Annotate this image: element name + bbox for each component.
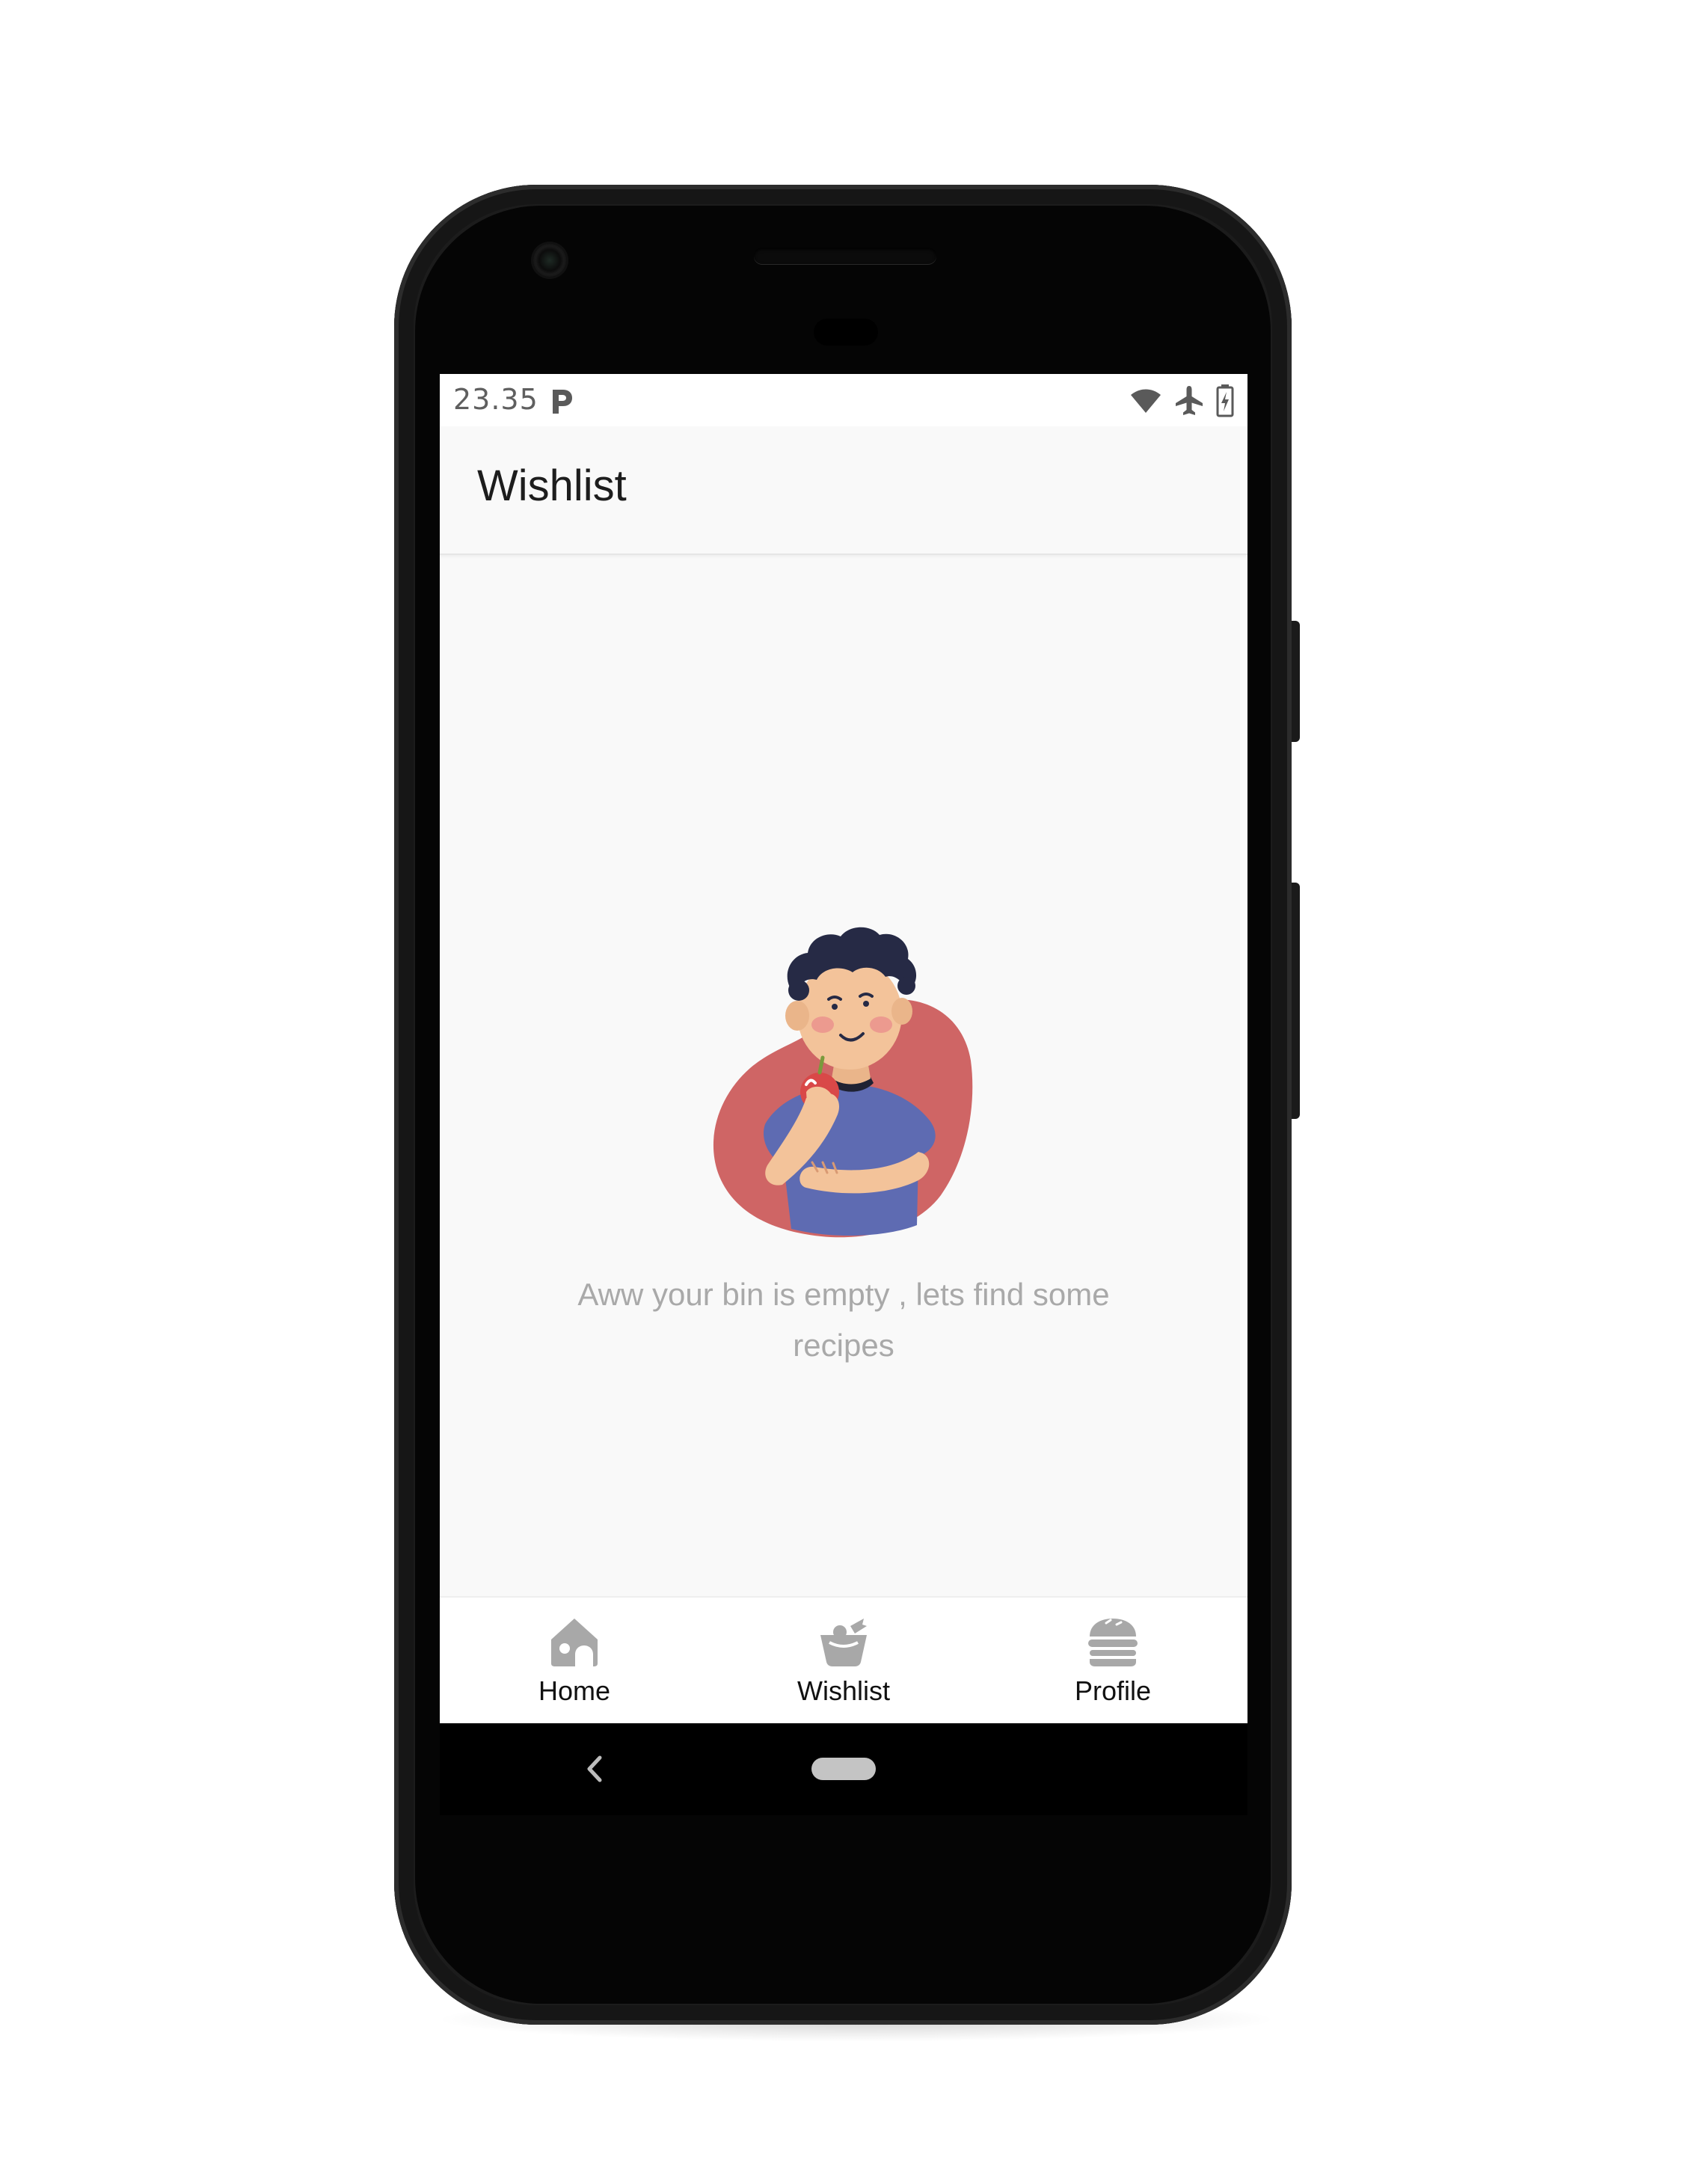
nav-item-profile[interactable]: Profile (978, 1598, 1247, 1725)
nav-item-wishlist[interactable]: Wishlist (709, 1598, 978, 1725)
status-icons (1129, 384, 1234, 417)
earpiece-speaker (754, 248, 936, 264)
page-title: Wishlist (477, 461, 627, 510)
nav-label-profile: Profile (1074, 1675, 1152, 1706)
home-pill-button[interactable] (811, 1758, 876, 1780)
airplane-icon (1174, 385, 1204, 417)
back-icon[interactable] (580, 1750, 610, 1788)
nav-label-wishlist: Wishlist (797, 1675, 890, 1706)
nav-item-home[interactable]: Home (440, 1598, 709, 1725)
burger-icon (1087, 1616, 1139, 1668)
system-navigation-bar (440, 1723, 1247, 1815)
wishlist-content: Aww your bin is empty , lets find some r… (440, 555, 1247, 1596)
home-icon (548, 1616, 601, 1668)
bottom-navigation: Home Wishlist Profile (440, 1596, 1247, 1725)
empty-wishlist-message: Aww your bin is empty , lets find some r… (577, 1277, 1110, 1363)
nav-label-home: Home (538, 1675, 611, 1706)
status-bar: 23.35 (440, 374, 1247, 426)
app-bar: Wishlist (440, 426, 1247, 555)
battery-charging-icon (1216, 384, 1234, 417)
parking-notification-icon (549, 387, 574, 416)
wifi-icon (1129, 387, 1162, 414)
boy-eating-apple-illustration (694, 918, 993, 1248)
basket-icon (817, 1616, 870, 1668)
status-time: 23.35 (453, 383, 538, 416)
phone-screen: 23.35 Wishlist Aww your bin is empty , l… (440, 374, 1247, 1815)
front-camera (533, 244, 566, 277)
proximity-sensor (814, 319, 878, 346)
